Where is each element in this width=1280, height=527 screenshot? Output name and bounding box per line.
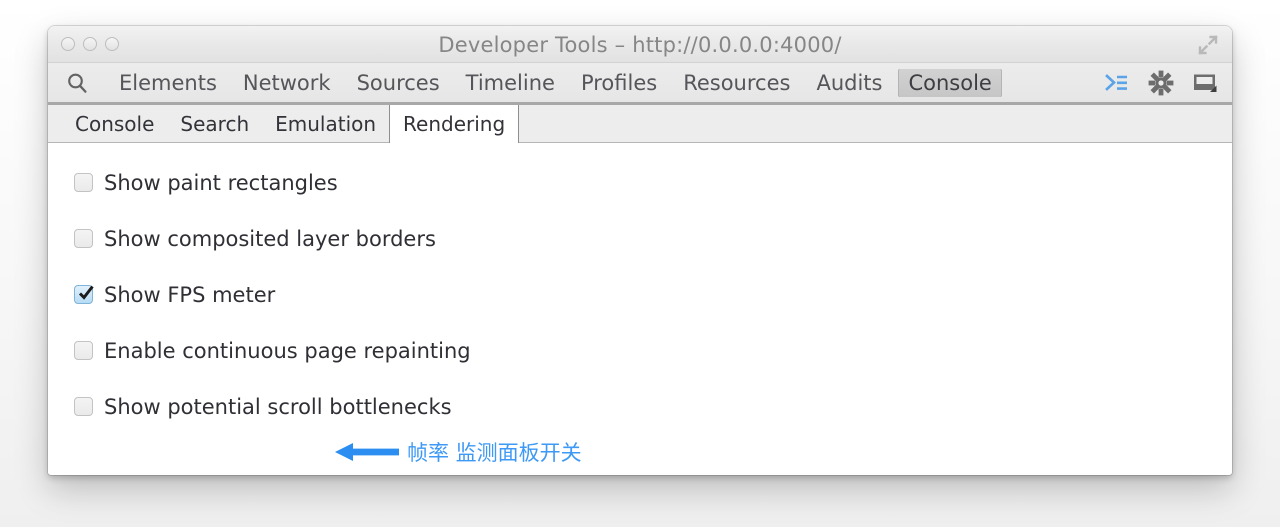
devtools-tabbar: Elements Network Sources Timeline Profil… bbox=[48, 63, 1232, 105]
option-label: Show composited layer borders bbox=[104, 227, 436, 251]
checkbox-enable-continuous-page-repainting[interactable] bbox=[74, 341, 93, 360]
window-title: Developer Tools – http://0.0.0.0:4000/ bbox=[48, 33, 1232, 57]
left-arrow-icon bbox=[333, 440, 401, 464]
subtab-rendering[interactable]: Rendering bbox=[389, 105, 519, 143]
tab-timeline[interactable]: Timeline bbox=[456, 69, 565, 97]
expand-diagonal-icon[interactable] bbox=[1198, 35, 1218, 55]
search-icon[interactable] bbox=[66, 72, 88, 94]
tabbar-actions bbox=[1104, 70, 1232, 96]
tab-network[interactable]: Network bbox=[233, 69, 341, 97]
dock-position-icon[interactable] bbox=[1192, 70, 1218, 96]
rendering-panel: Show paint rectangles Show composited la… bbox=[48, 143, 1232, 474]
gear-icon[interactable] bbox=[1148, 70, 1174, 96]
option-label: Enable continuous page repainting bbox=[104, 339, 471, 363]
tab-resources[interactable]: Resources bbox=[673, 69, 800, 97]
option-label: Show paint rectangles bbox=[104, 171, 338, 195]
option-show-potential-scroll-bottlenecks[interactable]: Show potential scroll bottlenecks bbox=[74, 393, 1232, 420]
checkmark-icon bbox=[76, 283, 96, 303]
annotation-fps-meter: 帧率 监测面板开关 bbox=[333, 437, 582, 467]
checkbox-show-fps-meter[interactable] bbox=[74, 285, 93, 304]
option-show-paint-rectangles[interactable]: Show paint rectangles bbox=[74, 169, 1232, 196]
option-label: Show FPS meter bbox=[104, 283, 275, 307]
option-enable-continuous-page-repainting[interactable]: Enable continuous page repainting bbox=[74, 337, 1232, 364]
window-titlebar: Developer Tools – http://0.0.0.0:4000/ bbox=[48, 26, 1232, 63]
subtab-emulation[interactable]: Emulation bbox=[262, 105, 389, 142]
option-show-fps-meter[interactable]: Show FPS meter bbox=[74, 281, 1232, 308]
devtools-window: Developer Tools – http://0.0.0.0:4000/ E… bbox=[48, 26, 1232, 475]
checkbox-show-potential-scroll-bottlenecks[interactable] bbox=[74, 397, 93, 416]
console-prompt-icon[interactable] bbox=[1104, 70, 1130, 96]
drawer-tabbar: Console Search Emulation Rendering bbox=[48, 105, 1232, 143]
tab-profiles[interactable]: Profiles bbox=[571, 69, 667, 97]
checkbox-show-composited-layer-borders[interactable] bbox=[74, 229, 93, 248]
subtab-console[interactable]: Console bbox=[62, 105, 167, 142]
tab-sources[interactable]: Sources bbox=[347, 69, 450, 97]
tab-audits[interactable]: Audits bbox=[806, 69, 892, 97]
tab-console[interactable]: Console bbox=[898, 69, 1001, 97]
tab-elements[interactable]: Elements bbox=[109, 69, 227, 97]
option-show-composited-layer-borders[interactable]: Show composited layer borders bbox=[74, 225, 1232, 252]
option-label: Show potential scroll bottlenecks bbox=[104, 395, 452, 419]
subtab-search[interactable]: Search bbox=[167, 105, 262, 142]
annotation-text: 帧率 监测面板开关 bbox=[407, 437, 582, 467]
checkbox-show-paint-rectangles[interactable] bbox=[74, 173, 93, 192]
